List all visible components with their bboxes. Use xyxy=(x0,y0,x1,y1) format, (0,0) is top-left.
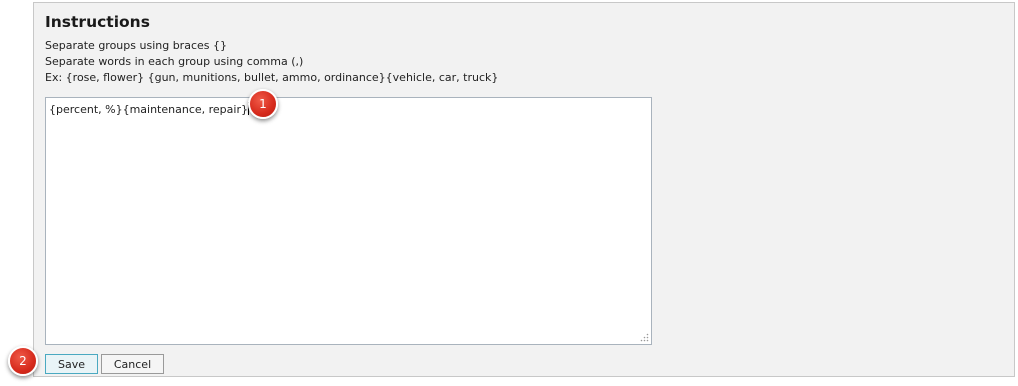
step-1-callout-badge: 1 xyxy=(248,89,278,119)
instructions-panel: Instructions Separate groups using brace… xyxy=(33,2,1015,377)
instructions-title: Instructions xyxy=(45,13,150,31)
instruction-line-groups: Separate groups using braces {} xyxy=(45,39,227,52)
resize-grip-icon[interactable] xyxy=(640,333,649,342)
step-2-callout-badge: 2 xyxy=(8,346,38,376)
groups-textarea[interactable]: {percent, %}{maintenance, repair} xyxy=(45,97,652,345)
textarea-value: {percent, %}{maintenance, repair} xyxy=(49,103,248,116)
instruction-line-example: Ex: {rose, flower} {gun, munitions, bull… xyxy=(45,71,499,84)
save-button[interactable]: Save xyxy=(45,354,98,374)
cancel-button[interactable]: Cancel xyxy=(101,354,164,374)
instruction-line-words: Separate words in each group using comma… xyxy=(45,55,304,68)
